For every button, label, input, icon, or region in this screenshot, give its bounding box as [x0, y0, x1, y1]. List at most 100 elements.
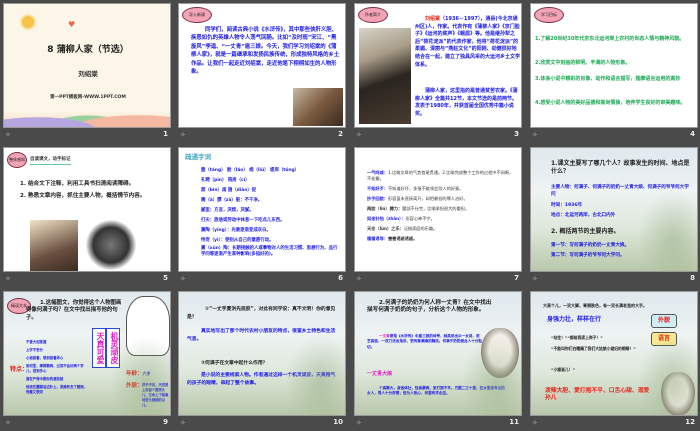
answer-2: 是小说的主要线索人物。作者通过这样一个机灵顽皮、天真稚气的孩子的眼睛，串起了整个…: [187, 373, 336, 386]
idiom-item: 如坐针毡（zhān）：形容心神不宁。: [367, 216, 517, 222]
vocab-line: 熏陶（yīng）：光景逐渐变成灰白。: [201, 228, 271, 233]
slide-number: 9: [163, 418, 168, 426]
idiom-term: 循循诱导：: [367, 236, 388, 241]
idiom-item: 循循诱导：善善诱惑诱惑。: [367, 236, 517, 242]
idiom-meaning: 1.比喻文章的气势首尾贯通。2.比喻完成整个工作的过程中不间断，不松懈。: [367, 170, 514, 181]
idiom-term: 两脸（lìn）膊力：: [367, 206, 403, 211]
trait-line: 不曾大如莲蓬: [26, 340, 47, 344]
slide-number: 11: [509, 418, 519, 426]
slide-transition-icon: ✧: [356, 419, 362, 427]
question-1: ①“一丈字夏洪先底胶”，对此有同学说：真不文明！你的意见是？: [187, 307, 336, 320]
slide-thumbnail-7[interactable]: 一气呵成：1.比喻文章的气势首尾贯通。2.比喻完成整个工作的过程中不间断，不松懈…: [354, 147, 522, 287]
look-label: 外貌：: [126, 383, 143, 389]
slide-title: 疏通字词: [185, 153, 211, 161]
slide-transition-icon: ✧: [532, 275, 538, 283]
idiom-term: 一气呵成：: [367, 170, 388, 175]
trait-line: 他找在腰腿后边扑上，发痛有去了腿侧，觉着又想河: [26, 385, 88, 394]
slide-5[interactable]: 整体感知 自读课文，动手标记 1. 结合文下注释，利用工具书扫清阅读障碍。 2.…: [3, 147, 171, 272]
slide-transition-icon: ✧: [180, 131, 186, 139]
slide-thumbnail-10[interactable]: ①“一丈字夏洪先底胶”，对此有同学说：真不文明！你的意见是？ 真实地写出了那个时…: [178, 291, 346, 431]
slide-thumbnail-9[interactable]: 精读文本 1.这幅图文，你觉得这个人物图画得像何满子吗？在文中找出描写他的句子。…: [3, 291, 171, 431]
slide-transition-icon: ✧: [532, 131, 538, 139]
reading-book-image: [86, 220, 136, 270]
slide-6[interactable]: 疏通字词 膛（táng） 舱（lǎo） 绺（liǔ） 堤岸（tóng） 礼聘（p…: [178, 147, 346, 272]
vocab-line: 膛（táng） 舱（lǎo） 绺（liǔ） 堤岸（tóng）: [201, 168, 299, 173]
trait-line: 到河里，撵群鹅鸭，过耳不会好两个字儿，捏到手心: [26, 364, 84, 373]
age-row: 年龄：六岁: [126, 370, 151, 378]
slide-badge: 导入新课: [182, 7, 212, 23]
slide-number: 4: [690, 130, 695, 138]
idiom-item: 天伦（lún）之乐：泛指家庭的乐趣。: [367, 226, 517, 232]
answer-line: 地点：北运河两岸，古北口内外: [551, 213, 616, 218]
slide-3[interactable]: 作者简介 刘绍棠（1936－1997），通县(今北京通州区)人，作家。代表作有《…: [354, 3, 522, 128]
age-value: 六岁: [142, 371, 151, 376]
trait-box-1: 天真可爱: [92, 328, 106, 368]
slide-8[interactable]: 1.课文主要写了哪几个人？故事发生的时间、地点是什么？ 主要人物：何满子、何满子…: [530, 147, 698, 272]
idiom-item: 抄手回脸：形容虽未直接离开，却把最低的罪人治好。: [367, 196, 517, 202]
slide-thumbnail-2[interactable]: 导入新课 同学们，阅读古典小说《水浒传》，其中那些侠肝义胆、疾恶如仇的英雄人物令…: [178, 3, 346, 143]
answer-line: 时间：1936年: [551, 203, 583, 208]
goal-item: 3.体会小说中精彩的肖像、动作和语言描写，揣摩语言运用的高妙: [535, 76, 681, 82]
slide-thumbnail-3[interactable]: 作者简介 刘绍棠（1936－1997），通县(今北京通州区)人，作家。代表作有《…: [354, 3, 522, 143]
vocab-list: 膛（táng） 舱（lǎo） 绺（liǔ） 堤岸（tóng） 礼聘（pìn） 陪…: [201, 166, 341, 258]
rainbow-hills-illustration: [4, 101, 170, 127]
vocab-line: 腌（ā）臜（zā）脏：不干净。: [201, 198, 263, 203]
quote-line: “不能叫你们白糟蹋了我们大姑娘小媳妇的眼睛！”: [551, 346, 636, 351]
slide-transition-icon: ✧: [356, 131, 362, 139]
slide-transition-icon: ✧: [180, 419, 186, 427]
slide-12[interactable]: 大高个儿，一双大脚，青铜肤色，有一双长满老茧的大手。 身强力壮，样样在行 外貌 …: [530, 291, 698, 416]
slide-2[interactable]: 导入新课 同学们，阅读古典小说《水浒传》，其中那些侠肝义胆、疾恶如仇的英雄人物令…: [178, 3, 346, 128]
trait-text: 身强力壮，样样在行: [547, 316, 602, 323]
slide-number: 3: [514, 130, 519, 138]
vocab-line: 礼聘（pìn） 陪房（cì）: [201, 178, 250, 183]
task-item: 2. 熟悉文章内容，抓住主要人物，概括情节内容。: [20, 193, 146, 199]
idiom-item: 一气呵成：1.比喻文章的气势首尾贯通。2.比喻完成整个工作的过程中不间断，不松懈…: [367, 170, 517, 182]
slide-thumbnail-5[interactable]: 整体感知 自读课文，动手标记 1. 结合文下注释，利用工具书扫清阅读障碍。 2.…: [3, 147, 171, 287]
answer-line: 第二节：写何满子的爷爷何大学问。: [551, 253, 625, 258]
slide-thumbnail-1[interactable]: ♥ 8 蒲柳人家（节选） 刘绍棠 第一PPT模板网-WWW.1PPT.COM ✧…: [3, 3, 171, 143]
idiom-meaning: 泛指家庭的乐趣。: [403, 226, 438, 231]
idiom-meaning: 形容虽未直接离开，却把最低的罪人治好。: [387, 196, 468, 201]
slide-thumbnail-11[interactable]: 2.何满子的奶奶为何人称一丈青？在文中找出描写何满子奶奶的句子，分析这个人物的形…: [354, 291, 522, 431]
slide-thumbnail-8[interactable]: 1.课文主要写了哪几个人？故事发生的时间、地点是什么？ 主要人物：何满子、何满子…: [530, 147, 698, 287]
slide-4[interactable]: 学习目标 1.了解20世纪30年代京东北运河岸上农村的世态人情与精神风貌。 2.…: [530, 3, 698, 128]
slide-9[interactable]: 精读文本 1.这幅图文，你觉得这个人物图画得像何满子吗？在文中找出描写他的句子。…: [3, 291, 171, 416]
slide-11[interactable]: 2.何满子的奶奶为何人称一丈青？在文中找出描写何满子奶奶的句子，分析这个人物的形…: [354, 291, 522, 416]
question-text: 2.何满子的奶奶为何人称一丈青？在文中找出描写何满子奶奶的句子，分析这个人物的形…: [367, 300, 492, 314]
quote-line: “小猴崽儿！”: [551, 367, 575, 372]
goal-item: 2.欣赏文中刻画的鲜明、丰满的人物形象。: [535, 60, 631, 66]
question-1: 1.课文主要写了哪几个人？故事发生的时间、地点是什么？: [551, 160, 690, 175]
slide-badge: 整体感知: [7, 152, 27, 168]
slide-10[interactable]: ①“一丈字夏洪先底胶”，对此有同学说：真不文明！你的意见是？ 真实地写出了那个时…: [178, 291, 346, 416]
slide-1[interactable]: ♥ 8 蒲柳人家（节选） 刘绍棠 第一PPT模板网-WWW.1PPT.COM: [3, 3, 171, 128]
answer-1: 真实地写出了那个时代农村小朋友的特点，很富乡土特色和生活气息。: [187, 329, 336, 342]
slide-transition-icon: ✧: [5, 131, 11, 139]
slide-number: 2: [338, 130, 343, 138]
language-box: 语言: [651, 332, 677, 346]
slide-title: 8 蒲柳人家（节选）: [47, 45, 129, 55]
slide-number: 6: [338, 274, 343, 282]
idiom-term: 抄手回脸：: [367, 196, 388, 201]
trait-box-2: 机灵顽皮: [106, 328, 120, 368]
age-label: 年龄：: [126, 371, 143, 377]
grandma-sketch-image: [661, 372, 695, 415]
slide-number: 7: [514, 274, 519, 282]
author-name: 刘绍棠: [425, 16, 441, 22]
slide-number: 8: [690, 274, 695, 282]
vocab-line: 腻歪：方言，厌烦，厌腻。: [201, 208, 254, 213]
sun-icon: [22, 16, 34, 28]
idiom-term: 不知好歹：: [367, 186, 388, 191]
slide-thumbnail-12[interactable]: 大高个儿，一双大脚，青铜肤色，有一双长满老茧的大手。 身强力壮，样样在行 外貌 …: [530, 291, 698, 431]
slide-thumbnail-4[interactable]: 学习目标 1.了解20世纪30年代京东北运河岸上农村的世态人情与精神风貌。 2.…: [530, 3, 698, 143]
slide-thumbnail-6[interactable]: 疏通字词 膛（táng） 舱（lǎo） 绺（liǔ） 堤岸（tóng） 礼聘（p…: [178, 147, 346, 287]
goal-item: 4.感受小说人物的美好品德和高尚情操，培养学生良好的审美趣味。: [535, 100, 686, 106]
fist-pencil-image: [30, 220, 78, 271]
vocab-line: 恃宠（yì）：使别从自己的意愿行动。: [201, 238, 274, 243]
idiom-item: 不知好歹：不知道好坏，多指不能领会别人的好意。: [367, 186, 517, 192]
slide-7[interactable]: 一气呵成：1.比喻文章的气势首尾贯通。2.比喻完成整个工作的过程中不间断，不松懈…: [354, 147, 522, 272]
goal-item: 1.了解20世纪30年代京东北运河岸上农村的世态人情与精神风貌。: [535, 36, 685, 42]
question-text: 1.这幅图文，你觉得这个人物图画得像何满子吗？在文中找出描写他的句子。: [26, 300, 122, 321]
trait-list: 不曾大如莲蓬 上学不安分 心裕惦着，想到惦着弄心 到河里，撵群鹅鸭，过耳不会好两…: [26, 340, 90, 395]
section-heading: 一丈青大娘: [367, 371, 393, 377]
appearance-text: 大高个儿，一双大脚，青铜肤色，有一双长满老茧的大手。: [543, 303, 647, 308]
